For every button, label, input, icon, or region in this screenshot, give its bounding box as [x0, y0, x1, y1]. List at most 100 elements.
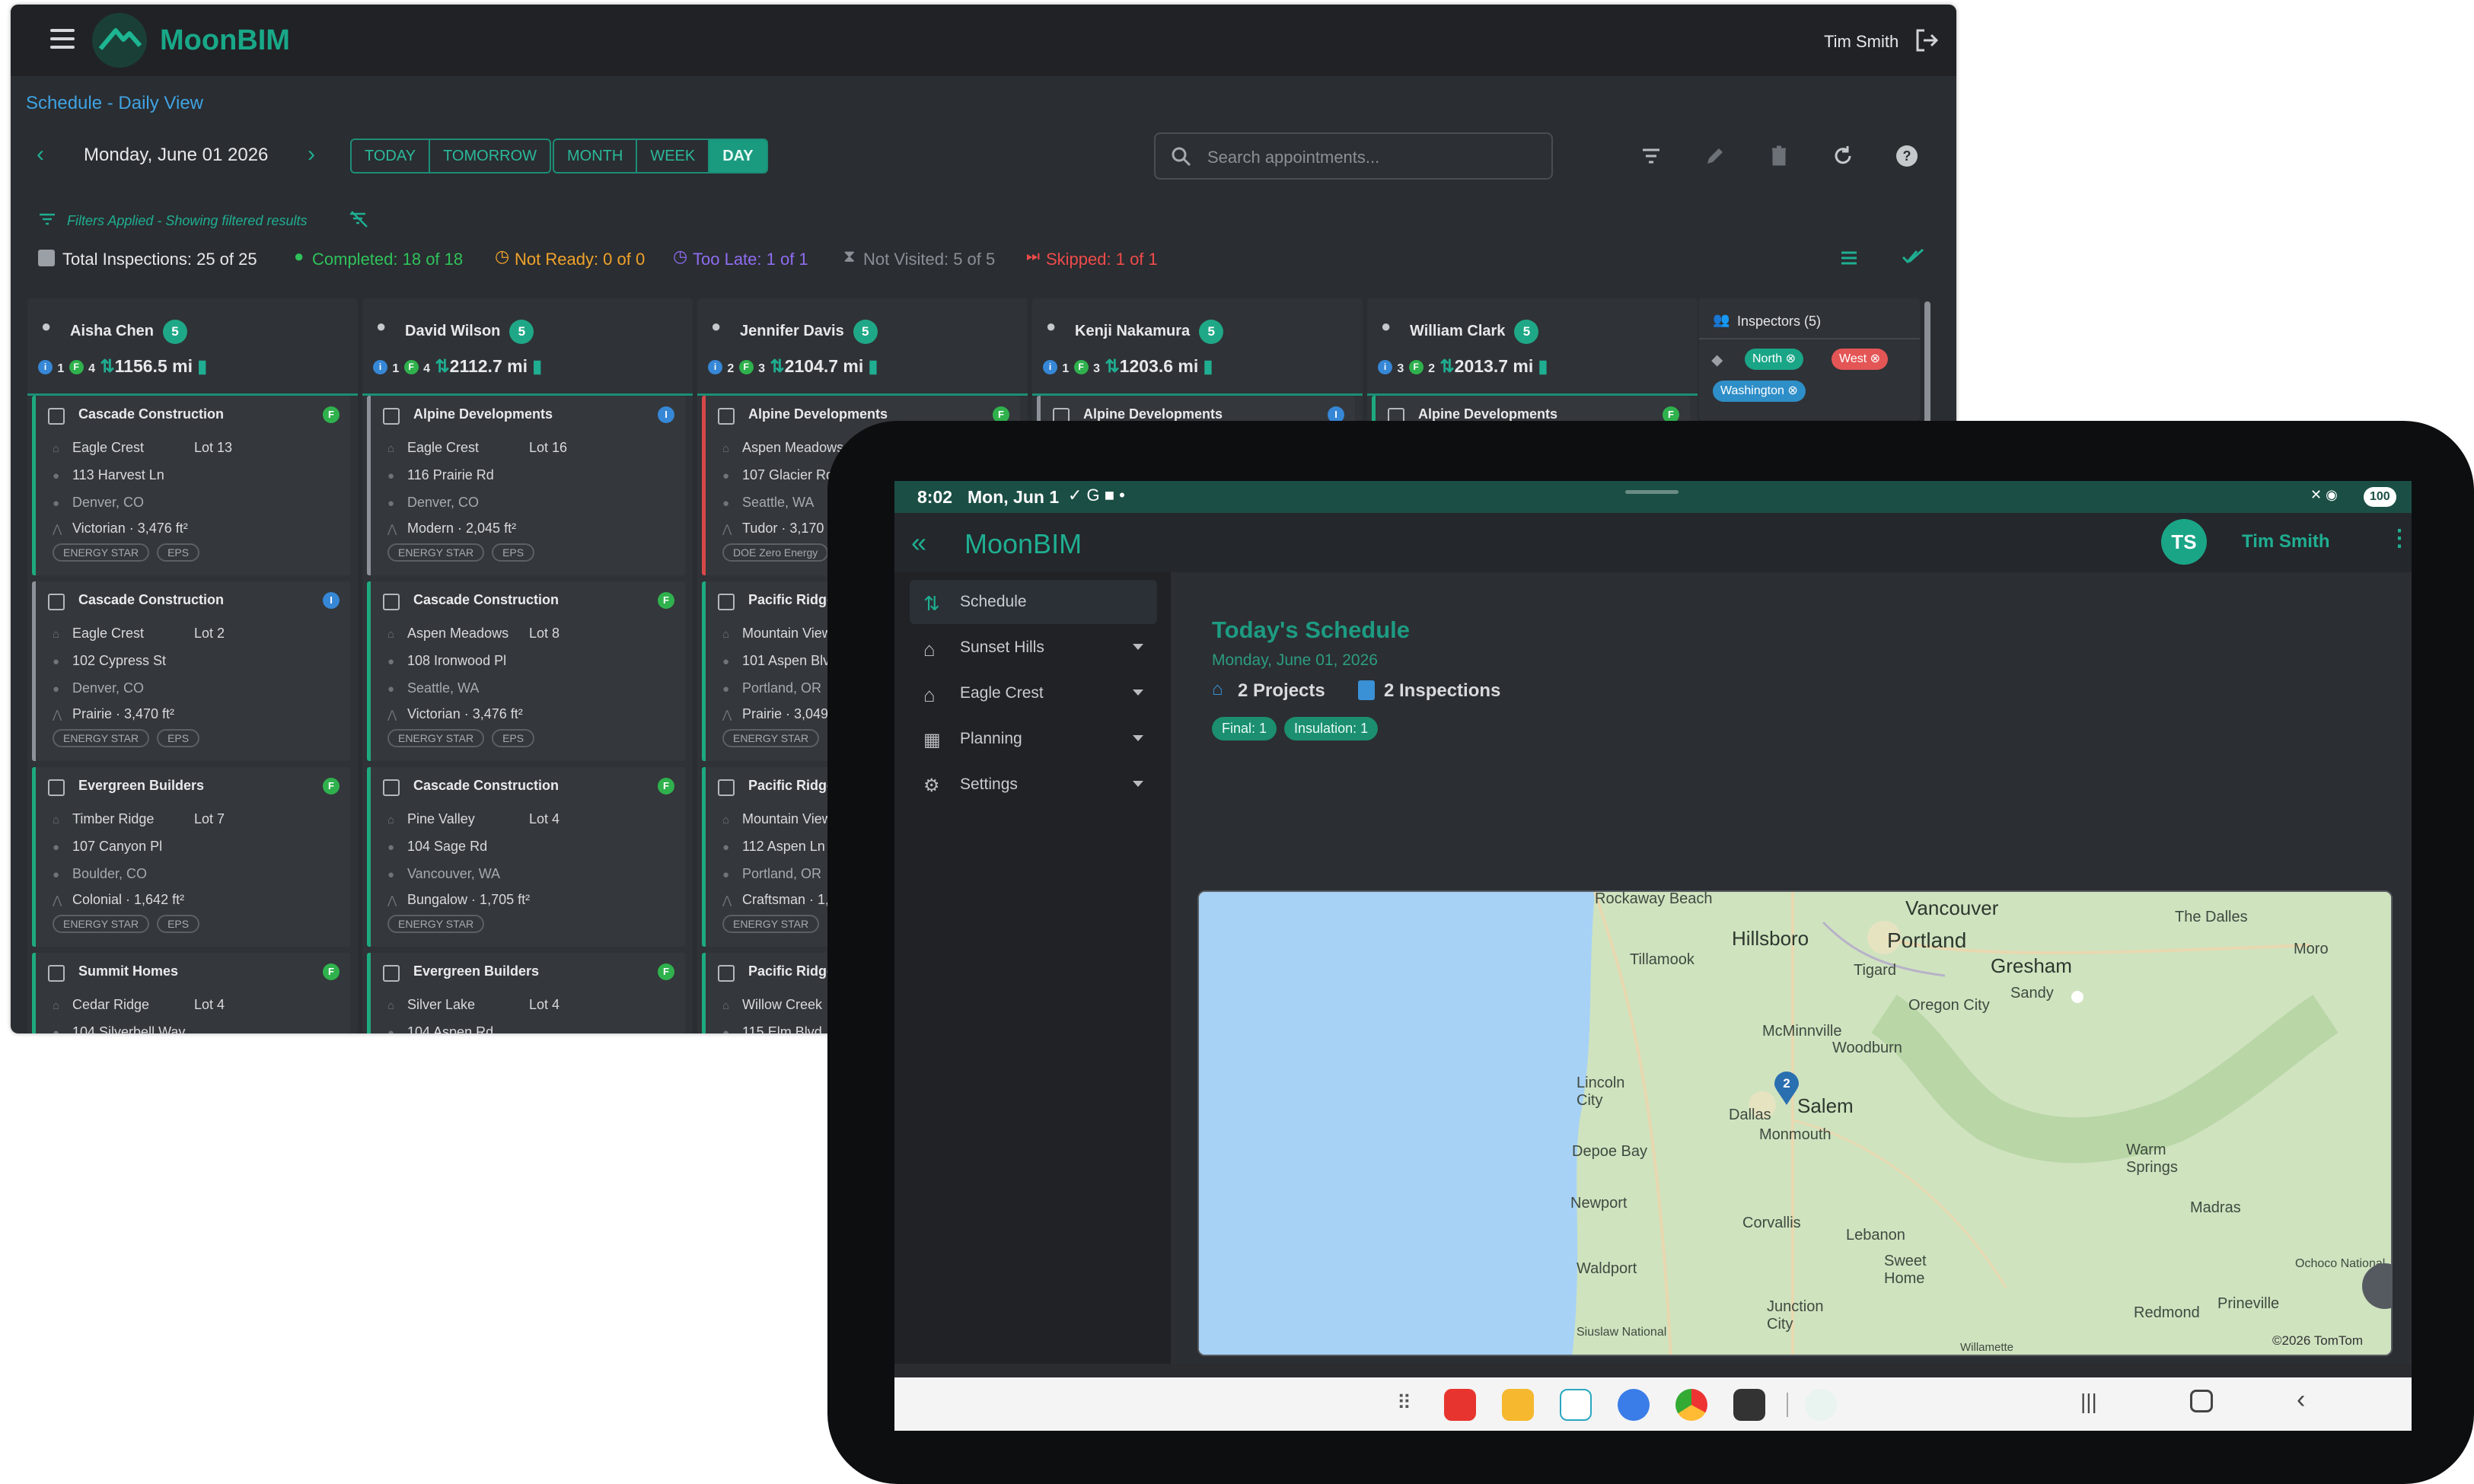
map-icon[interactable]: ▮ [869, 356, 878, 376]
clear-filters-icon[interactable] [349, 210, 370, 228]
select-checkbox[interactable] [718, 965, 735, 982]
app-icon-yellow[interactable] [1502, 1389, 1534, 1421]
search-placeholder: Search appointments... [1207, 148, 1380, 167]
map-cluster-marker[interactable]: 2 [1773, 1072, 1800, 1107]
inspection-card[interactable]: Cascade Construction F ⌂ Pine Valley Lot 4… [367, 767, 685, 947]
chevron-down-icon[interactable] [1133, 644, 1143, 650]
moonbim-app-icon[interactable] [1805, 1389, 1837, 1421]
chevron-down-icon[interactable] [1133, 735, 1143, 741]
inspection-card[interactable]: Cascade Construction F ⌂ Eagle Crest Lot 1… [32, 396, 350, 575]
select-checkbox[interactable] [718, 779, 735, 796]
inspector-name[interactable]: David Wilson [405, 323, 500, 339]
select-checkbox[interactable] [48, 408, 65, 425]
next-day-chevron-icon[interactable]: › [308, 142, 315, 167]
final-count-icon: F [403, 360, 419, 375]
stat-too-late[interactable]: Too Late: 1 of 1 [693, 250, 808, 269]
inspection-card[interactable]: Cascade Construction I ⌂ Eagle Crest Lot 2… [32, 581, 350, 761]
month-button[interactable]: MONTH [554, 140, 638, 172]
stat-not-ready[interactable]: Not Ready: 0 of 0 [515, 250, 645, 269]
scrollbar[interactable] [1924, 301, 1930, 423]
stat-skipped[interactable]: Skipped: 1 of 1 [1046, 250, 1158, 269]
select-checkbox[interactable] [718, 408, 735, 425]
inspector-name[interactable]: William Clark [1410, 323, 1505, 339]
select-checkbox[interactable] [383, 965, 400, 982]
map-icon[interactable]: ▮ [532, 356, 542, 376]
inspector-name[interactable]: Aisha Chen [70, 323, 154, 339]
tablet-user-name[interactable]: Tim Smith [2242, 531, 2330, 553]
chip-washington[interactable]: Washington ⊗ [1713, 381, 1806, 402]
select-checkbox[interactable] [718, 594, 735, 610]
chrome-app-icon[interactable] [1675, 1389, 1707, 1421]
nav-sunset-hills[interactable]: ⌂ Sunset Hills [910, 626, 1157, 670]
remove-chip-icon[interactable]: ⊗ [1870, 352, 1880, 365]
inspection-card[interactable]: Summit Homes F ⌂ Cedar Ridge Lot 4 ● 104 Si… [32, 953, 350, 1033]
filter-icon[interactable] [1640, 145, 1663, 167]
stat-completed[interactable]: Completed: 18 of 18 [312, 250, 463, 269]
search-input[interactable]: Search appointments... [1154, 132, 1553, 180]
address: 104 Silverbell Way [72, 1024, 186, 1033]
insulation-chip[interactable]: Insulation: 1 [1284, 717, 1379, 740]
done-all-icon[interactable] [1902, 247, 1924, 266]
tomorrow-button[interactable]: TOMORROW [430, 140, 550, 172]
chip-west[interactable]: West ⊗ [1832, 349, 1889, 370]
help-icon[interactable]: ? [1895, 145, 1918, 167]
quick-date-group: TODAY TOMORROW [350, 139, 552, 174]
drag-handle[interactable] [1625, 490, 1679, 494]
refresh-icon[interactable] [1832, 145, 1854, 167]
inspector-name[interactable]: Kenji Nakamura [1075, 323, 1190, 339]
nav-eagle-crest[interactable]: ⌂ Eagle Crest [910, 671, 1157, 715]
chevron-down-icon[interactable] [1133, 689, 1143, 696]
collapse-chevron-icon[interactable]: « [911, 527, 926, 559]
chip-north[interactable]: North ⊗ [1745, 349, 1803, 370]
breadcrumb[interactable]: Schedule - Daily View [26, 93, 203, 114]
home-button-icon[interactable] [2190, 1390, 2213, 1412]
select-checkbox[interactable] [48, 965, 65, 982]
edit-icon[interactable] [1704, 145, 1726, 167]
camera-app-icon[interactable] [1733, 1389, 1765, 1421]
remove-chip-icon[interactable]: ⊗ [1787, 384, 1797, 397]
nav-planning[interactable]: ▦ Planning [910, 717, 1157, 761]
inspection-card[interactable]: Evergreen Builders F ⌂ Silver Lake Lot 4 ●… [367, 953, 685, 1033]
messages-app-icon[interactable] [1618, 1389, 1650, 1421]
week-button[interactable]: WEEK [637, 140, 710, 172]
nav-settings[interactable]: ⚙ Settings [910, 763, 1157, 807]
remove-chip-icon[interactable]: ⊗ [1786, 352, 1796, 365]
day-button[interactable]: DAY [709, 140, 767, 172]
avatar[interactable]: TS [2161, 519, 2207, 565]
inspection-count: 5 [1514, 320, 1539, 344]
prev-day-chevron-icon[interactable]: ‹ [37, 142, 44, 167]
logout-icon[interactable] [1914, 27, 1940, 53]
stat-not-visited[interactable]: Not Visited: 5 of 5 [863, 250, 995, 269]
map-icon[interactable]: ▮ [1538, 356, 1548, 376]
recent-apps-icon[interactable]: ||| [2080, 1390, 2097, 1414]
map-icon[interactable]: ▮ [197, 356, 207, 376]
select-checkbox[interactable] [48, 594, 65, 610]
select-checkbox[interactable] [383, 408, 400, 425]
select-checkbox[interactable] [383, 594, 400, 610]
calendar-app-icon[interactable] [1560, 1389, 1592, 1421]
list-view-icon[interactable] [1839, 248, 1859, 268]
map-background [1199, 892, 2391, 1355]
app-drawer-icon[interactable]: ⠿ [1397, 1391, 1411, 1415]
inspector-name[interactable]: Jennifer Davis [740, 323, 844, 339]
address: 107 Canyon Pl [72, 839, 163, 854]
back-icon[interactable]: ‹ [2297, 1385, 2305, 1415]
chevron-down-icon[interactable] [1133, 781, 1143, 787]
map-icon[interactable]: ▮ [1204, 356, 1213, 376]
app-icon-red[interactable] [1444, 1389, 1476, 1421]
map-view[interactable]: Rockaway Beach Vancouver The Dalles Hill… [1197, 890, 2393, 1356]
map-label: Depoe Bay [1572, 1143, 1647, 1160]
top-app-bar: MoonBIM Tim Smith [11, 5, 1956, 76]
more-vert-icon[interactable]: ⋮ [2388, 525, 2411, 552]
menu-icon[interactable] [50, 29, 75, 49]
inspection-card[interactable]: Evergreen Builders F ⌂ Timber Ridge Lot 7 … [32, 767, 350, 947]
final-chip[interactable]: Final: 1 [1212, 717, 1277, 740]
user-name[interactable]: Tim Smith [1824, 32, 1899, 52]
select-checkbox[interactable] [383, 779, 400, 796]
nav-schedule[interactable]: ⇅ Schedule [910, 580, 1157, 624]
inspection-card[interactable]: Alpine Developments I ⌂ Eagle Crest Lot 16… [367, 396, 685, 575]
delete-icon[interactable] [1768, 145, 1790, 167]
select-checkbox[interactable] [48, 779, 65, 796]
today-button[interactable]: TODAY [352, 140, 431, 172]
inspection-card[interactable]: Cascade Construction F ⌂ Aspen Meadows Lot… [367, 581, 685, 761]
